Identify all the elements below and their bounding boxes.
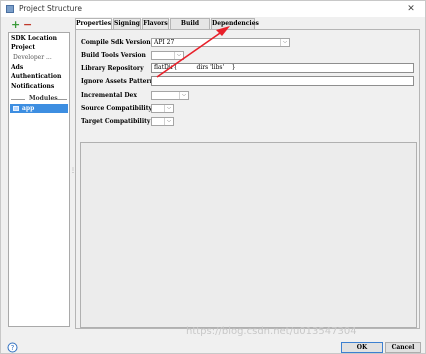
annotation-arrow-line	[156, 30, 224, 78]
annotation-arrow	[156, 26, 230, 78]
